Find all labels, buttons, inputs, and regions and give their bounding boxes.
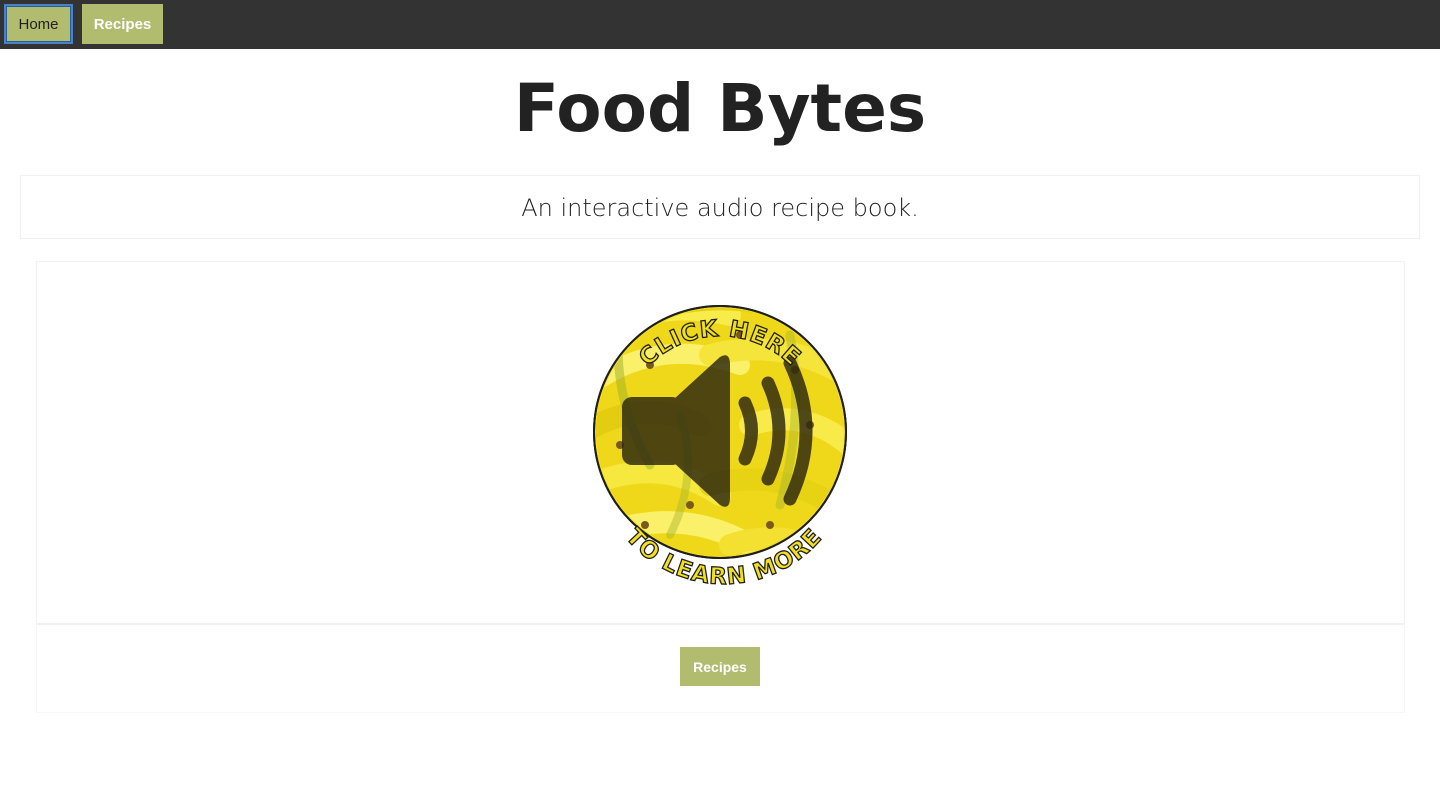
recipes-button[interactable]: Recipes — [680, 647, 760, 686]
click-to-learn-more-audio-button[interactable]: CLICK HERE TO LEARN MORE — [590, 275, 852, 593]
nav-home-button[interactable]: Home — [4, 4, 73, 44]
top-navigation-bar: Home Recipes — [0, 0, 1440, 49]
nav-recipes-button[interactable]: Recipes — [82, 4, 163, 44]
page-title: Food Bytes — [513, 70, 927, 147]
page-subtitle: An interactive audio recipe book. — [521, 194, 919, 222]
banana-speaker-badge: CLICK HERE TO LEARN MORE — [593, 305, 847, 591]
